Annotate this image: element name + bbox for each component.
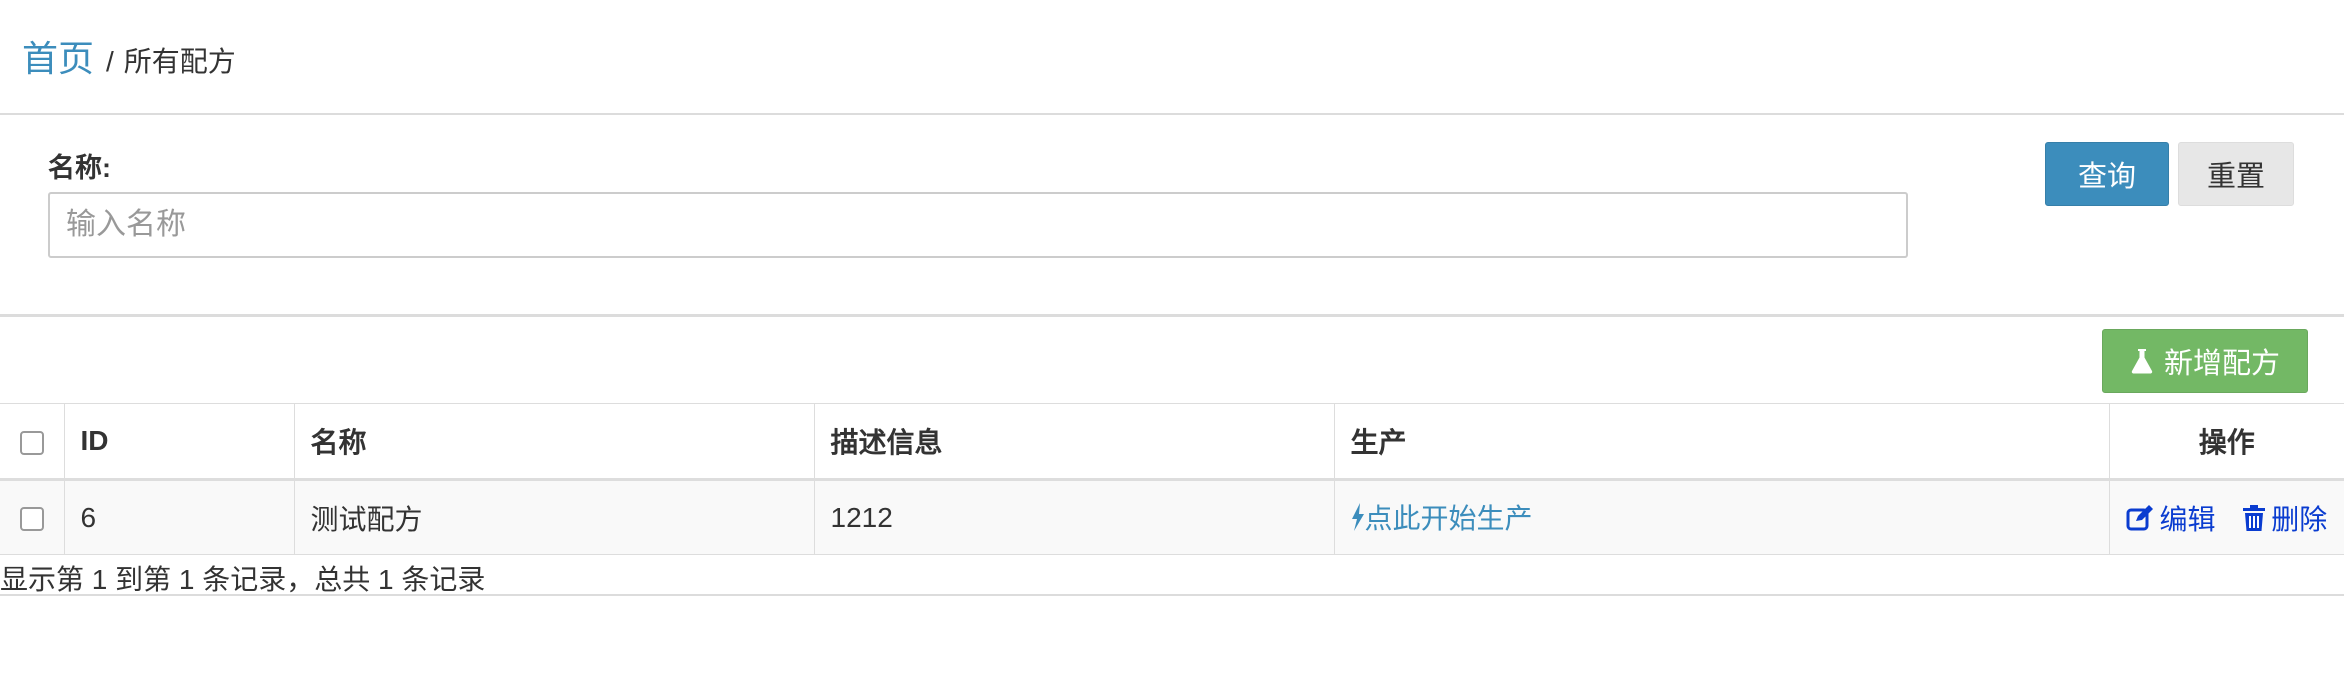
select-all-cell	[0, 403, 65, 481]
start-production-label: 点此开始生产	[1364, 503, 1533, 534]
column-header-production[interactable]: 生产	[1333, 403, 2110, 481]
filter-divider	[0, 314, 2344, 317]
breadcrumb-home-link[interactable]: 首页	[22, 30, 94, 82]
query-button[interactable]: 查询	[2045, 142, 2169, 206]
flask-icon	[2131, 349, 2153, 374]
add-formula-label: 新增配方	[2163, 348, 2280, 380]
column-header-actions: 操作	[2108, 403, 2344, 481]
bolt-icon	[1351, 503, 1364, 531]
cell-production: 点此开始生产	[1333, 479, 2110, 555]
cell-description: 1212	[813, 479, 1335, 555]
delete-button[interactable]: 删除	[2243, 498, 2327, 538]
name-filter-label: 名称:	[48, 153, 111, 183]
column-header-name[interactable]: 名称	[293, 403, 815, 481]
add-formula-button[interactable]: 新增配方	[2102, 329, 2308, 393]
column-header-id[interactable]: ID	[63, 403, 295, 481]
footer-divider	[0, 594, 2344, 596]
reset-button[interactable]: 重置	[2178, 142, 2294, 206]
edit-button[interactable]: 编辑	[2126, 498, 2216, 538]
breadcrumb-current: 所有配方	[123, 46, 236, 77]
select-all-checkbox[interactable]	[19, 430, 44, 455]
cell-name: 测试配方	[293, 479, 815, 555]
start-production-link[interactable]: 点此开始生产	[1351, 497, 1533, 537]
table-row: 6 测试配方 1212 点此开始生产 编辑 删除	[0, 479, 2344, 555]
breadcrumb: 首页 / 所有配方	[22, 30, 236, 80]
row-checkbox[interactable]	[19, 507, 44, 532]
header-divider	[0, 113, 2344, 115]
edit-label: 编辑	[2159, 503, 2216, 535]
name-search-input[interactable]	[48, 192, 1908, 258]
column-header-description[interactable]: 描述信息	[813, 403, 1335, 481]
cell-actions: 编辑 删除	[2108, 479, 2344, 555]
table-header-row: ID 名称 描述信息 生产 操作	[0, 403, 2344, 481]
formula-table: ID 名称 描述信息 生产 操作 6 测试配方 1212 点此开始生产 编辑 删…	[0, 403, 2344, 555]
cell-id: 6	[63, 479, 295, 555]
delete-label: 删除	[2271, 503, 2328, 535]
pagination-info: 显示第 1 到第 1 条记录，总共 1 条记录	[0, 564, 486, 595]
edit-icon	[2126, 504, 2153, 530]
row-select-cell	[0, 479, 65, 555]
trash-icon	[2243, 504, 2266, 531]
breadcrumb-separator: /	[106, 46, 114, 77]
